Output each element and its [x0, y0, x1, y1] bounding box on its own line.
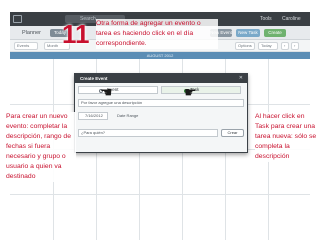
hand-pointing-icon: ☚ — [100, 84, 113, 100]
options-button[interactable]: Options — [235, 42, 255, 50]
month-label: AUGUST 2012 — [146, 53, 174, 58]
user-menu-link[interactable]: Caroline — [282, 15, 301, 23]
step-number: 11 — [62, 19, 90, 49]
close-icon[interactable]: ✕ — [239, 74, 243, 83]
instruction-left: Para crear un nuevo evento: completar la… — [6, 112, 76, 182]
create-button[interactable]: Create — [264, 29, 286, 37]
events-filter-select[interactable]: Events — [14, 42, 38, 50]
description-input[interactable]: Por favor agregue una descripción — [78, 99, 244, 107]
new-task-button[interactable]: New Task — [236, 29, 260, 37]
month-header: AUGUST 2012 — [10, 52, 310, 59]
instruction-right: Al hacer click en Task para crear una ta… — [255, 112, 319, 162]
date-range-link[interactable]: Date Range — [117, 112, 138, 120]
grid-divider — [10, 194, 310, 195]
tools-link[interactable]: Tools — [260, 15, 272, 23]
next-month-button[interactable]: › — [291, 42, 299, 50]
recipient-input[interactable]: ¿Para quién? — [78, 129, 218, 137]
date-input[interactable]: 7/16/2012 — [78, 112, 108, 120]
hand-pointing-icon: ☚ — [184, 84, 197, 100]
instruction-top: Otra forma de agregar un evento o tarea … — [96, 19, 218, 49]
dialog-title: Create Event — [80, 76, 108, 81]
event-option[interactable]: Event — [78, 86, 158, 94]
create-submit-button[interactable]: Crear — [221, 129, 244, 137]
prev-month-button[interactable]: ‹ — [281, 42, 289, 50]
today-button[interactable]: Today — [258, 42, 278, 50]
dialog-header: Create Event ✕ — [75, 74, 247, 83]
app-logo-icon — [13, 15, 22, 23]
task-option[interactable]: Task — [161, 86, 241, 94]
planner-title: Planner — [22, 30, 41, 36]
